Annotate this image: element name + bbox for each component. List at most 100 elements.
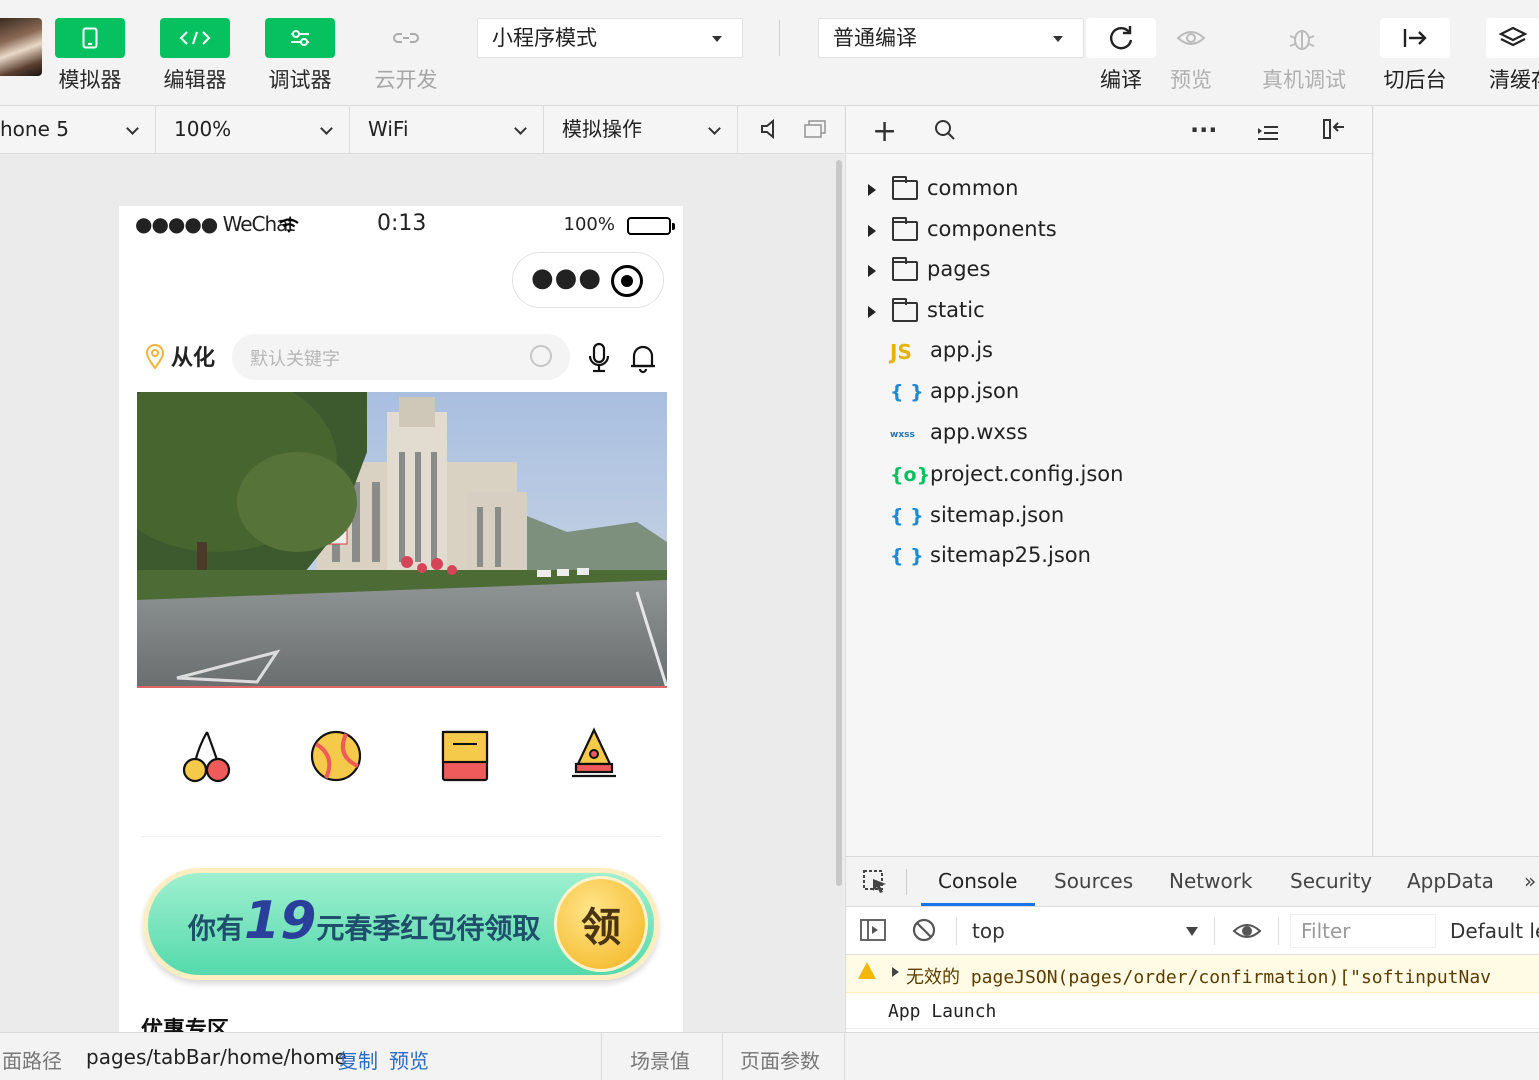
console-warning-row[interactable]: 无效的 pageJSON(pages/order/confirmation)["…	[846, 955, 1539, 993]
speaker-icon[interactable]	[760, 118, 778, 143]
log-text: App Launch	[888, 1001, 997, 1022]
debugger-label: 调试器	[268, 68, 332, 92]
devtools-tabs: Console Sources Network Security AppData…	[846, 857, 1539, 907]
simulator-scrollbar[interactable]	[836, 160, 842, 886]
window-icon[interactable]	[804, 120, 826, 142]
background-button[interactable]: 切后台	[1380, 18, 1450, 94]
editor-button[interactable]: 编辑器	[159, 18, 231, 94]
preview-button[interactable]: 预览	[1156, 18, 1226, 94]
preview-path-link[interactable]: 预览	[389, 1045, 429, 1074]
battery-text: 100%	[563, 214, 615, 235]
tab-sources[interactable]: Sources	[1054, 869, 1133, 893]
tree-folder[interactable]: pages	[846, 251, 1374, 291]
add-file-icon[interactable]: +	[872, 114, 897, 149]
tab-network[interactable]: Network	[1169, 869, 1253, 893]
tree-file[interactable]: {o} project.config.json	[846, 456, 1374, 496]
mode-select[interactable]: 小程序模式	[477, 18, 743, 58]
eye-icon[interactable]	[1232, 921, 1262, 945]
sidebar-toggle-icon[interactable]	[860, 919, 886, 945]
tree-file[interactable]: { } app.json	[846, 373, 1374, 413]
banner-image[interactable]	[137, 392, 667, 688]
section-title: 优惠专区	[141, 1018, 230, 1032]
cherry-icon[interactable]	[177, 726, 237, 786]
bell-icon[interactable]	[629, 342, 657, 374]
promo-text: 你有19元春季红包待领取	[188, 891, 540, 951]
book-icon[interactable]	[435, 726, 495, 786]
log-levels-select[interactable]: Default le	[1450, 919, 1539, 943]
location-text[interactable]: 从化	[171, 340, 215, 372]
phone-icon	[55, 18, 125, 58]
expand-arrow-icon[interactable]	[892, 967, 899, 977]
cloud-dev-label: 云开发	[374, 68, 438, 92]
context-select[interactable]: top	[972, 919, 1005, 943]
tree-file[interactable]: wxss app.wxss	[846, 414, 1374, 454]
file-name: app.js	[930, 338, 993, 362]
inspect-element-icon[interactable]	[862, 869, 888, 899]
tree-file[interactable]: { } sitemap25.json	[846, 537, 1374, 577]
tree-folder[interactable]: components	[846, 211, 1374, 251]
editor-empty-area	[1374, 106, 1539, 856]
claim-button[interactable]: 领	[554, 876, 648, 972]
copy-path-link[interactable]: 复制	[338, 1045, 378, 1074]
pen-nib-icon[interactable]	[564, 726, 624, 786]
operation-select[interactable]: 模拟操作	[544, 106, 738, 153]
caret-down-icon	[1053, 36, 1063, 42]
folder-icon	[892, 257, 918, 281]
warning-text: 无效的 pageJSON(pages/order/confirmation)["…	[906, 967, 1492, 988]
clear-console-icon[interactable]	[912, 918, 936, 946]
more-dots-icon[interactable]: ●●●	[531, 263, 602, 293]
simulator-button[interactable]: 模拟器	[54, 18, 126, 94]
more-icon[interactable]: ···	[1190, 116, 1217, 144]
divider	[141, 836, 661, 837]
status-divider	[601, 1033, 602, 1080]
panel-collapse-icon[interactable]	[1322, 118, 1346, 146]
sliders-icon	[265, 18, 335, 58]
compile-mode-select[interactable]: 普通编译	[818, 18, 1084, 58]
compile-button[interactable]: 编译	[1086, 18, 1156, 94]
expand-arrow-icon[interactable]	[868, 306, 876, 318]
red-packet-banner[interactable]: 你有19元春季红包待领取 领	[143, 868, 659, 980]
page-path-value: pages/tabBar/home/home	[86, 1045, 347, 1069]
chevron-down-icon	[320, 122, 333, 135]
tree-folder[interactable]: common	[846, 170, 1374, 210]
cloud-dev-button[interactable]: 云开发	[370, 18, 442, 94]
page-params-button[interactable]: 页面参数	[740, 1045, 820, 1074]
remote-debug-button[interactable]: 真机调试	[1262, 18, 1346, 94]
expand-arrow-icon[interactable]	[868, 184, 876, 196]
network-select[interactable]: WiFi	[350, 106, 544, 153]
device-select[interactable]: hone 5	[0, 106, 156, 153]
folder-name: pages	[927, 257, 991, 281]
search-input[interactable]: 默认关键字	[232, 334, 570, 380]
exit-arrow-icon	[1380, 18, 1450, 58]
user-avatar[interactable]	[0, 18, 42, 76]
tree-file[interactable]: JS app.js	[846, 332, 1374, 372]
console-filter-input[interactable]: Filter	[1290, 914, 1436, 948]
eye-icon	[1156, 18, 1226, 58]
clear-cache-button[interactable]: 清缓存	[1486, 18, 1539, 94]
expand-arrow-icon[interactable]	[868, 225, 876, 237]
debugger-button[interactable]: 调试器	[264, 18, 336, 94]
phone-screen: ●●●●● WeChat 0:13 100% ●●● 从化 默认关键字 你有19…	[119, 206, 683, 1032]
more-tabs-icon[interactable]: »	[1524, 869, 1536, 893]
folder-name: components	[927, 217, 1057, 241]
tab-console[interactable]: Console	[938, 869, 1017, 893]
zoom-select[interactable]: 100%	[156, 106, 350, 153]
collapse-all-icon[interactable]	[1256, 120, 1280, 148]
expand-arrow-icon[interactable]	[868, 265, 876, 277]
tab-security[interactable]: Security	[1290, 869, 1372, 893]
microphone-icon[interactable]	[587, 342, 611, 374]
tab-appdata[interactable]: AppData	[1407, 869, 1494, 893]
scene-value-button[interactable]: 场景值	[630, 1045, 690, 1074]
tree-file[interactable]: { } sitemap.json	[846, 497, 1374, 537]
file-name: sitemap.json	[930, 503, 1065, 527]
tree-folder[interactable]: static	[846, 292, 1374, 332]
close-target-icon[interactable]	[611, 265, 643, 297]
file-type-icon: JS	[890, 340, 912, 364]
battery-icon	[627, 217, 675, 235]
ball-icon[interactable]	[306, 726, 366, 786]
console-log-row: App Launch	[846, 995, 1539, 1029]
folder-icon	[892, 217, 918, 241]
refresh-icon	[1086, 18, 1156, 58]
search-icon[interactable]	[934, 119, 956, 147]
wifi-icon	[279, 215, 299, 239]
